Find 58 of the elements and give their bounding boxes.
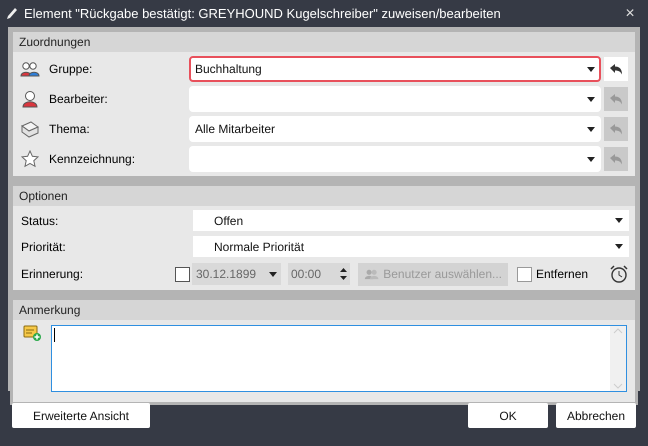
scroll-down-icon[interactable] (613, 383, 623, 389)
dropdown-field[interactable] (189, 146, 601, 172)
add-note-icon (23, 325, 41, 341)
section-title: Anmerkung (13, 300, 635, 320)
checkbox[interactable] (175, 266, 190, 282)
checkbox-label: Entfernen (536, 266, 588, 283)
time-field[interactable]: 00:00 (288, 263, 350, 285)
field-label: Bearbeiter: (48, 91, 109, 108)
scrollbar[interactable] (610, 326, 626, 391)
time-value: 00:00 (291, 266, 322, 283)
undo-arrow-icon (609, 123, 623, 135)
star-icon (21, 150, 39, 168)
dropdown-arrow-icon (587, 66, 595, 72)
field-label: Gruppe: (48, 61, 94, 78)
section-title: Optionen (13, 186, 635, 206)
dropdown-arrow-icon (587, 156, 595, 162)
dropdown-arrow-icon (269, 272, 277, 276)
dropdown-field[interactable]: Alle Mitarbeiter (189, 116, 601, 142)
dropdown-arrow-icon (615, 218, 623, 223)
scroll-up-icon[interactable] (613, 328, 623, 334)
undo-arrow-icon (609, 63, 623, 75)
field-label: Erinnerung: (20, 266, 84, 283)
dropdown-field[interactable]: Buchhaltung (189, 56, 601, 82)
close-button[interactable]: × (618, 2, 642, 26)
alarm-clock-icon (609, 264, 629, 284)
field-label: Priorität: (20, 238, 67, 256)
field-label: Thema: (48, 121, 91, 138)
undo-arrow-icon (609, 153, 623, 165)
pencil-icon (6, 6, 18, 20)
book-icon (20, 120, 40, 138)
dropdown-field[interactable]: Normale Priorität (193, 236, 629, 257)
spinner-icon (340, 267, 347, 281)
dialog-button[interactable]: OK (468, 403, 548, 428)
section-title: Zuordnungen (13, 32, 635, 52)
window-title: Element "Rückgabe bestätigt: GREYHOUND Kugelschreiber" zuweisen/bearbeiten (24, 4, 502, 23)
date-field[interactable]: 30.12.1899 (192, 263, 281, 285)
dropdown-arrow-icon (615, 244, 623, 249)
dropdown-value: Offen (214, 212, 244, 230)
people-icon (364, 268, 380, 280)
text-cursor-icon (54, 328, 55, 342)
dropdown-value: Buchhaltung (195, 61, 262, 78)
dialog-button[interactable]: Erweiterte Ansicht (12, 403, 150, 428)
dropdown-value: Alle Mitarbeiter (195, 121, 276, 138)
dropdown-field[interactable] (189, 86, 601, 112)
field-label: Status: (20, 212, 60, 230)
checkbox[interactable] (517, 266, 532, 282)
dropdown-value: Normale Priorität (214, 238, 304, 256)
date-value: 30.12.1899 (196, 266, 256, 283)
dropdown-arrow-icon (587, 96, 595, 102)
dropdown-field[interactable]: Offen (193, 210, 629, 231)
dropdown-arrow-icon (587, 126, 595, 132)
undo-button[interactable] (604, 57, 628, 81)
dialog-button[interactable]: Abbrechen (556, 403, 636, 428)
people-icon (20, 61, 40, 77)
undo-arrow-icon (609, 93, 623, 105)
person-icon (21, 90, 39, 108)
note-field[interactable] (51, 325, 627, 392)
field-label: Kennzeichnung: (48, 151, 136, 168)
